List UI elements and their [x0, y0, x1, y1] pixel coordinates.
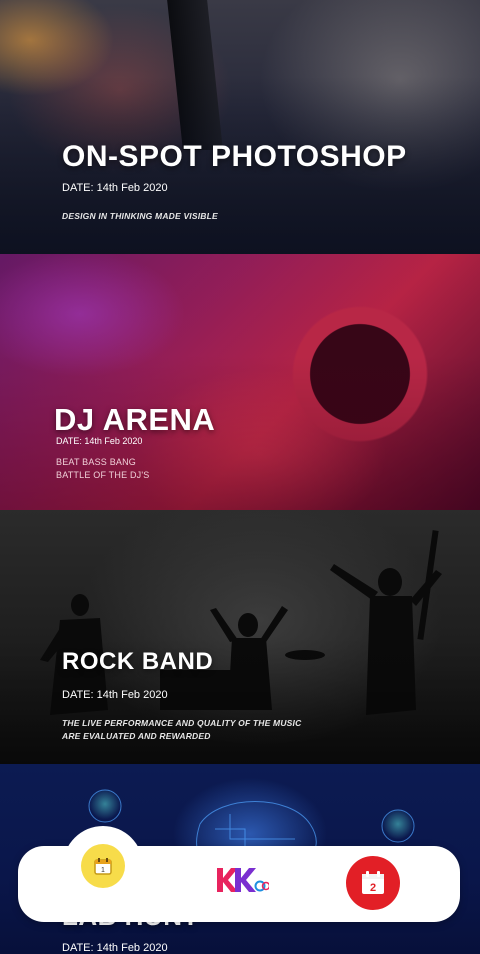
event-subtitle: THE LIVE PERFORMANCE AND QUALITY OF THE … [62, 717, 301, 743]
event-date: DATE: 14th Feb 2020 [62, 942, 168, 954]
calendar-day-1-icon: 1 [94, 858, 112, 875]
event-title: DJ ARENA [54, 402, 216, 437]
nav-day-1-button[interactable]: 1 [63, 826, 143, 906]
event-title: ON-SPOT PHOTOSHOP [62, 140, 407, 173]
event-subtitle-line: BEAT BASS BANG [56, 457, 136, 467]
calendar-day-1-number: 1 [101, 867, 105, 874]
nav-day-1-highlight: 1 [81, 844, 125, 888]
event-subtitle: BEAT BASS BANG BATTLE OF THE DJ'S [56, 456, 150, 482]
event-card-dj-arena[interactable]: DJ ARENA DATE: 14th Feb 2020 BEAT BASS B… [0, 254, 480, 510]
calendar-day-2-number: 2 [370, 882, 376, 894]
event-date: DATE: 14th Feb 2020 [62, 689, 168, 701]
event-subtitle-line: BATTLE OF THE DJ'S [56, 470, 150, 480]
event-subtitle: DESIGN IN THINKING MADE VISIBLE [62, 211, 218, 221]
nav-day-2-button[interactable]: 2 [346, 856, 400, 910]
event-card-photoshop[interactable]: ON-SPOT PHOTOSHOP DATE: 14th Feb 2020 DE… [0, 0, 480, 254]
event-subtitle-line: ARE EVALUATED AND REWARDED [62, 731, 211, 741]
app-logo-icon [217, 868, 269, 892]
event-card-rock-band[interactable]: ROCK BAND DATE: 14th Feb 2020 THE LIVE P… [0, 510, 480, 764]
event-date: DATE: 14th Feb 2020 [56, 436, 143, 446]
event-date: DATE: 14th Feb 2020 [62, 182, 168, 194]
event-subtitle-line: THE LIVE PERFORMANCE AND QUALITY OF THE … [62, 718, 302, 728]
nav-home-logo-button[interactable] [210, 858, 272, 902]
calendar-day-2-icon: 2 [362, 871, 384, 894]
event-title: ROCK BAND [62, 648, 214, 675]
